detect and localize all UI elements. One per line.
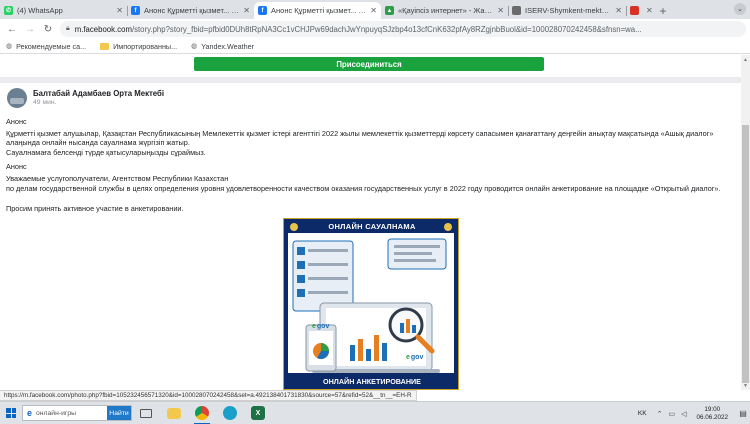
status-url: https://m.facebook.com/photo.php?fbid=10… [0,390,417,401]
scroll-thumb[interactable] [742,125,749,383]
bookmark-imported[interactable]: Импортированны... [100,42,177,51]
volume-icon[interactable]: ◁ [681,410,686,418]
taskbar-excel[interactable]: X [244,402,272,424]
taskbar-task-view[interactable] [132,402,160,424]
url-host: m.facebook.com [74,24,132,34]
clock-date: 06.06.2022 [696,413,728,421]
bookmark-yandex-weather[interactable]: ◍ Yandex.Weather [191,42,254,51]
chevron-up-icon[interactable]: ⌃ [657,410,663,418]
post-line-announce-ru: Анонс [6,162,27,171]
tab-strip: ✆ (4) WhatsApp ✕ f Анонс Құрметті қызмет… [0,0,750,19]
globe-icon: ◍ [191,43,198,50]
tab-whatsapp[interactable]: ✆ (4) WhatsApp ✕ [0,2,127,19]
taskbar-file-explorer[interactable] [160,402,188,424]
folder-icon [167,407,181,419]
divider [0,77,741,83]
search-button[interactable]: Найти [107,406,131,420]
join-button[interactable]: Присоединиться [194,57,544,71]
post-line-ru-request: Просим принять активное участие в анкети… [6,204,184,213]
post-image[interactable]: ОНЛАЙН САУАЛНАМА egov egov ОНЛАЙН АНКЕТИ… [283,218,459,390]
browser-window: ✆ (4) WhatsApp ✕ f Анонс Құрметті қызмет… [0,0,750,424]
reload-icon[interactable]: ↻ [40,21,56,37]
close-icon[interactable]: ✕ [370,6,377,15]
site-icon: ▲ [385,6,394,15]
post-line-kz-request: Сауалнамаға белсенді түрде қатысуларыңыз… [6,148,206,157]
tab-title: (4) WhatsApp [17,6,63,15]
image-header: ОНЛАЙН САУАЛНАМА [328,222,416,231]
windows-logo-icon [6,408,16,418]
taskbar-edge[interactable] [216,402,244,424]
notifications-icon[interactable]: ▤ [736,402,750,424]
egov-logo-small: egov [312,323,329,330]
system-tray: KK ⌃ ▭ ◁ 19:00 06.06.2022 ▤ [638,402,750,424]
search-input[interactable]: онлайн-игры [36,410,107,417]
avatar[interactable] [7,88,27,108]
address-bar[interactable]: 🔒︎ m.facebook.com /story.php?story_fbid=… [60,21,746,37]
url-path: /story.php?story_fbid=pfbid0DUh8tRpNA3Cc… [131,24,642,34]
close-icon[interactable]: ✕ [243,6,250,15]
site-icon [512,6,521,15]
tab-extra[interactable]: ✕ [626,2,654,19]
post-line-announce-kz: Анонс [6,117,27,126]
globe-icon: ◍ [6,43,13,50]
bookmark-label: Yandex.Weather [201,41,255,51]
chrome-icon [195,406,209,420]
post-author[interactable]: Балтабай Адамбаев Орта Мектебі [33,89,164,98]
bookmark-recommended[interactable]: ◍ Рекомендуемые са... [6,42,86,51]
start-button[interactable] [0,402,22,424]
tab-title: Анонс Құрметті қызмет... - Би [271,6,368,15]
tab-safe-internet[interactable]: ▲ «Қауіпсіз интернет» - Жамбы ✕ [381,2,508,19]
egov-logo-laptop: egov [406,354,423,361]
taskbar-chrome[interactable] [188,402,216,424]
excel-icon: X [251,406,265,420]
close-icon[interactable]: ✕ [615,6,622,15]
new-tab-button[interactable]: + [654,2,672,19]
post-paragraph-ru: по делам государственной службы в целях … [6,184,721,193]
site-icon [630,6,639,15]
folder-icon [100,42,110,50]
taskbar: e онлайн-игры Найти X KK ⌃ ▭ ◁ 19:00 06.… [0,401,750,424]
tab-title: ISERV-Shymkent-mektebi.kz - [525,6,613,15]
image-illustration: egov egov [288,233,454,373]
tab-search-button[interactable]: ⌄ [734,3,746,15]
close-icon[interactable]: ✕ [497,6,504,15]
scroll-up-arrow-icon[interactable]: ▲ [741,55,750,64]
facebook-icon: f [258,6,267,15]
post-line-ru-1: Уважаемые услугополучатели, Агентством Р… [6,174,229,183]
forward-arrow-icon[interactable]: → [22,21,38,37]
back-arrow-icon[interactable]: ← [4,21,20,37]
close-icon[interactable]: ✕ [116,6,123,15]
network-icon[interactable]: ▭ [668,410,675,418]
post-paragraph-kz: Құрметті қызмет алушылар, Қазақстан Респ… [6,129,714,148]
browser-toolbar: ← → ↻ 🔒︎ m.facebook.com /story.php?story… [0,19,750,39]
image-footer: ОНЛАЙН АНКЕТИРОВАНИЕ [323,376,421,386]
tab-facebook-1[interactable]: f Анонс Құрметті қызмет... - Би ✕ [127,2,254,19]
task-view-icon [140,408,152,418]
bookmark-label: Импортированны... [113,41,178,51]
clock-time: 19:00 [704,405,721,413]
page-scrollbar[interactable]: ▲ ▼ [741,55,750,390]
whatsapp-icon: ✆ [4,6,13,15]
tab-title: Анонс Құрметті қызмет... - Би [144,6,241,15]
bookmarks-bar: ◍ Рекомендуемые са... Импортированны... … [0,39,750,54]
edge-icon [223,406,237,420]
page-content: Присоединиться Балтабай Адамбаев Орта Ме… [0,55,741,390]
scroll-down-arrow-icon[interactable]: ▼ [741,381,750,390]
tab-facebook-active[interactable]: f Анонс Құрметті қызмет... - Би ✕ [254,2,381,19]
survey-illustration: egov egov [288,233,454,373]
post-time[interactable]: 49 мин. [33,99,57,106]
bookmark-label: Рекомендуемые са... [16,41,87,51]
language-indicator[interactable]: KK [638,410,647,417]
lock-icon[interactable]: 🔒︎ [66,25,70,33]
ie-search-icon: e [27,408,33,418]
clock[interactable]: 19:00 06.06.2022 [696,406,728,422]
facebook-icon: f [131,6,140,15]
close-icon[interactable]: ✕ [646,6,653,15]
tab-title: «Қауіпсіз интернет» - Жамбы [398,6,495,15]
taskbar-search[interactable]: e онлайн-игры Найти [22,405,132,421]
tab-iserv[interactable]: ISERV-Shymkent-mektebi.kz - ✕ [508,2,626,19]
